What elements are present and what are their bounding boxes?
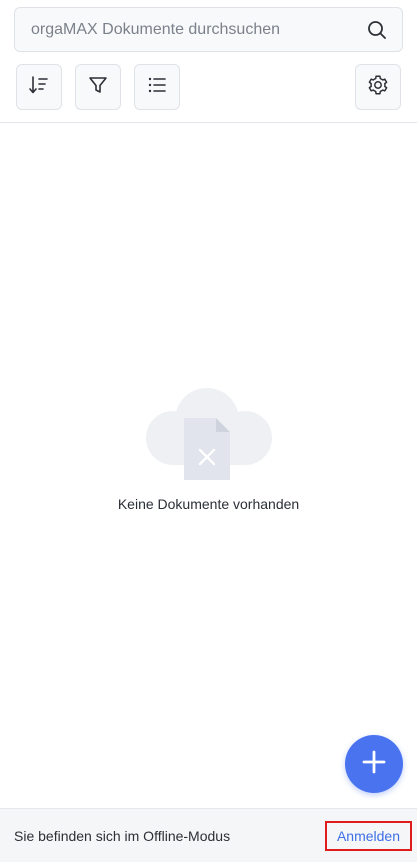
sort-button[interactable] bbox=[16, 64, 62, 110]
add-document-button[interactable] bbox=[345, 735, 403, 793]
search-icon[interactable] bbox=[366, 19, 388, 41]
toolbar bbox=[0, 64, 417, 122]
offline-status-text: Sie befinden sich im Offline-Modus bbox=[14, 827, 231, 844]
search-bar[interactable] bbox=[14, 7, 403, 52]
search-input[interactable] bbox=[31, 20, 366, 39]
offline-footer: Sie befinden sich im Offline-Modus Anmel… bbox=[0, 808, 417, 862]
login-button[interactable]: Anmelden bbox=[324, 820, 412, 851]
sort-descending-icon bbox=[28, 74, 50, 101]
empty-state: Keine Dokumente vorhanden bbox=[0, 380, 417, 512]
list-view-icon bbox=[146, 74, 168, 101]
toolbar-divider bbox=[0, 122, 417, 123]
settings-button[interactable] bbox=[355, 64, 401, 110]
list-view-button[interactable] bbox=[134, 64, 180, 110]
gear-icon bbox=[367, 74, 389, 101]
plus-icon bbox=[361, 749, 387, 780]
filter-button[interactable] bbox=[75, 64, 121, 110]
app-root: Keine Dokumente vorhanden Sie befinden s… bbox=[0, 0, 417, 862]
empty-state-text: Keine Dokumente vorhanden bbox=[117, 496, 300, 512]
cloud-document-x-icon bbox=[0, 380, 417, 488]
filter-icon bbox=[87, 74, 109, 101]
